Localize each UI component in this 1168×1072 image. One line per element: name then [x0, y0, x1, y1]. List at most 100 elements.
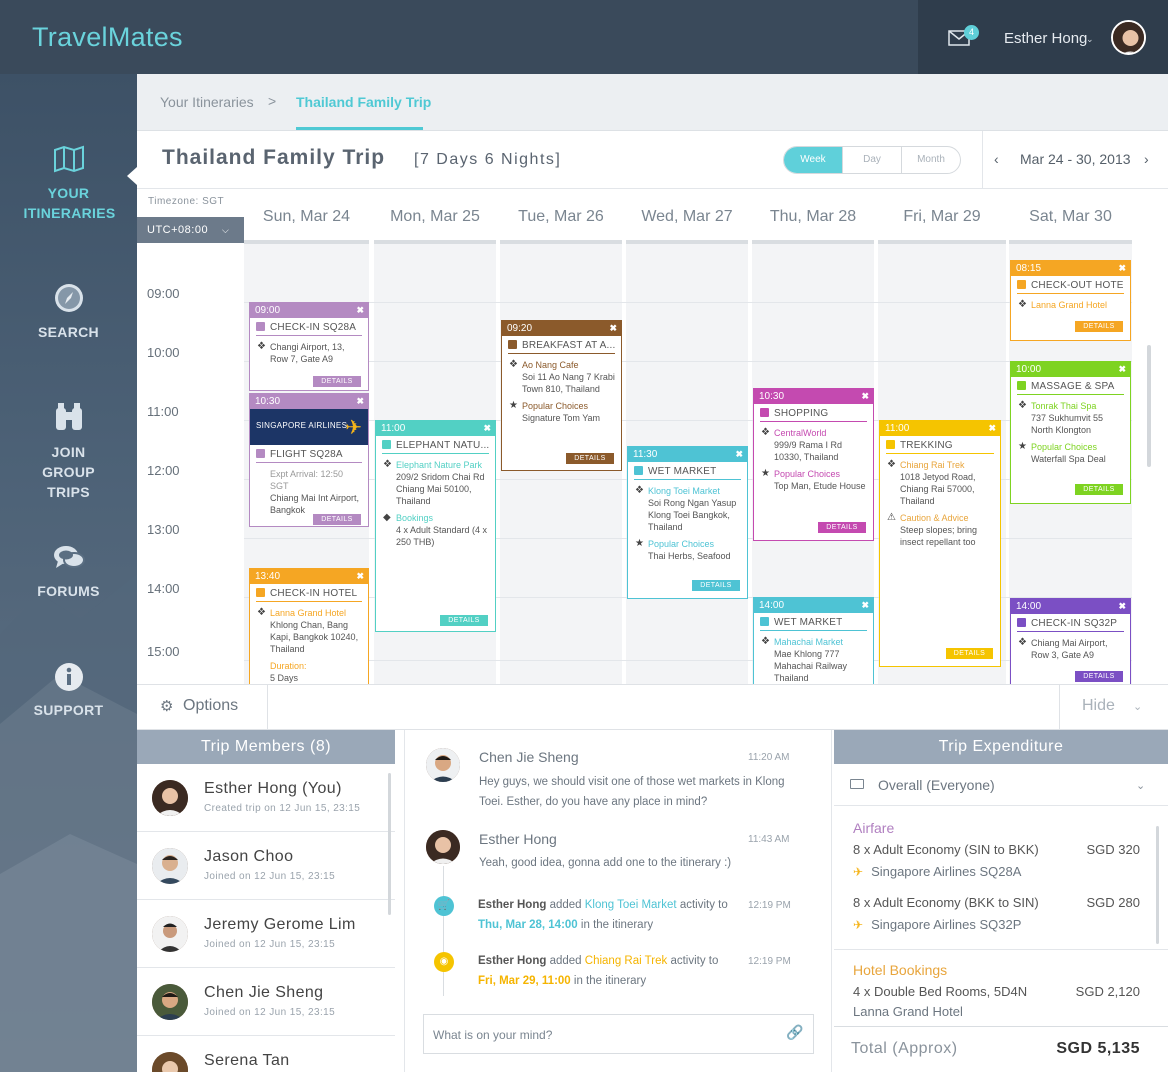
- chevron-down-icon[interactable]: ⌄: [1086, 34, 1094, 45]
- event-time: 10:30 ✖: [754, 389, 873, 404]
- details-button[interactable]: DETAILS: [1075, 321, 1123, 332]
- activity-link[interactable]: Klong Toei Market: [585, 899, 677, 911]
- airline-banner: SINGAPORE AIRLINES ✈: [250, 409, 368, 445]
- event-card[interactable]: 10:00 ✖ MASSAGE & SPA ❖ Tonrak Thai Spa 737 S…: [1010, 361, 1131, 504]
- hide-button[interactable]: Hide: [1082, 697, 1115, 715]
- expense-carrier: Singapore Airlines SQ32P: [871, 917, 1022, 932]
- event-detail: ◆ Bookings 4 x Adult Standard (4 x 250 THB…: [383, 512, 488, 547]
- event-card[interactable]: 11:00 ✖ ELEPHANT NATU... ❖ Elephant Nature P…: [375, 420, 496, 632]
- details-button[interactable]: DETAILS: [946, 648, 993, 659]
- details-button[interactable]: DETAILS: [566, 453, 614, 464]
- avatar[interactable]: [426, 748, 460, 782]
- message-text: Hey guys, we should visit one of those w…: [479, 776, 785, 808]
- event-card[interactable]: 13:40 ✖ CHECK-IN HOTEL ❖ Lanna Grand Hotel Kh…: [249, 568, 369, 686]
- event-card[interactable]: 14:00 ✖ WET MARKET ❖ Mahachai Market Mae Khlo…: [753, 597, 874, 687]
- pin-icon: ❖: [1018, 299, 1027, 310]
- star-icon: ★: [509, 400, 518, 411]
- brand-logo[interactable]: TravelMates: [32, 22, 183, 53]
- day-header[interactable]: Sat, Mar 30: [1009, 189, 1132, 244]
- list-item[interactable]: Chen Jie Sheng Joined on 12 Jun 15, 23:1…: [137, 968, 395, 1036]
- breadcrumb-parent[interactable]: Your Itineraries: [160, 94, 254, 110]
- event-card[interactable]: 09:00 ✖ CHECK-IN SQ28A ❖ Changi Airport, 13,…: [249, 302, 369, 391]
- gear-icon[interactable]: ⚙: [160, 697, 173, 715]
- chevron-down-icon[interactable]: ⌵: [222, 225, 229, 236]
- day-header[interactable]: Wed, Mar 27: [626, 189, 748, 244]
- activity-date-link[interactable]: Fri, Mar 29, 11:00: [478, 975, 571, 987]
- options-button[interactable]: Options: [183, 697, 238, 715]
- details-button[interactable]: DETAILS: [313, 376, 361, 387]
- member-joined: Joined on 12 Jun 15, 23:15: [204, 1007, 336, 1018]
- close-icon[interactable]: ✖: [1118, 261, 1126, 276]
- close-icon[interactable]: ✖: [861, 389, 869, 404]
- details-button[interactable]: DETAILS: [1075, 671, 1123, 682]
- view-month-button[interactable]: Month: [901, 147, 960, 173]
- details-button[interactable]: DETAILS: [818, 522, 866, 533]
- sidebar-item-search[interactable]: SEARCH: [0, 282, 137, 340]
- event-card[interactable]: 14:00 ✖ CHECK-IN SQ32P ❖ Chiang Mai Airport,…: [1010, 598, 1131, 686]
- close-icon[interactable]: ✖: [861, 598, 869, 613]
- event-card[interactable]: 10:30 ✖ SINGAPORE AIRLINES ✈ FLIGHT SQ28A Exp…: [249, 393, 369, 527]
- close-icon[interactable]: ✖: [609, 321, 617, 336]
- close-icon[interactable]: ✖: [1118, 599, 1126, 614]
- day-header[interactable]: Thu, Mar 28: [752, 189, 874, 244]
- close-icon[interactable]: ✖: [483, 421, 491, 436]
- event-card[interactable]: 11:00 ✖ TREKKING ❖ Chiang Rai Trek 1018 Jetyo…: [879, 420, 1001, 667]
- close-icon[interactable]: ✖: [735, 447, 743, 462]
- day-header[interactable]: Mon, Mar 25: [374, 189, 496, 244]
- chat-input[interactable]: What is on your mind?: [423, 1014, 814, 1054]
- attach-link-icon[interactable]: 🔗: [786, 1024, 803, 1041]
- sidebar-item-label: JOIN GROUP TRIPS: [42, 444, 95, 500]
- expenditure-filter-value[interactable]: Overall (Everyone): [878, 777, 995, 793]
- day-header[interactable]: Tue, Mar 26: [500, 189, 622, 244]
- chevron-right-icon[interactable]: ›: [1144, 151, 1149, 167]
- chevron-down-icon[interactable]: ⌄: [1133, 700, 1142, 713]
- close-icon[interactable]: ✖: [1118, 362, 1126, 377]
- sidebar-item-forums[interactable]: FORUMS: [0, 543, 137, 599]
- list-item[interactable]: Jason Choo Joined on 12 Jun 15, 23:15: [137, 832, 395, 900]
- expenditure-scrollbar[interactable]: [1156, 826, 1159, 944]
- calendar-scrollbar[interactable]: [1147, 345, 1151, 467]
- breadcrumb-underline: [296, 127, 423, 130]
- user-name[interactable]: Esther Hong: [1004, 30, 1087, 47]
- event-title: CHECK-IN SQ32P: [1017, 618, 1124, 632]
- event-title: CHECK-IN HOTEL: [256, 588, 362, 602]
- members-scrollbar[interactable]: [388, 773, 391, 915]
- event-card[interactable]: 10:30 ✖ SHOPPING ❖ CentralWorld 999/9 Rama I …: [753, 388, 874, 541]
- sidebar-item-itineraries[interactable]: YOUR ITINERARIES: [0, 145, 137, 223]
- sidebar-item-join-group-trips[interactable]: JOIN GROUP TRIPS: [0, 402, 137, 502]
- event-detail: ❖ Changi Airport, 13, Row 7, Gate A9: [257, 341, 345, 364]
- day-header[interactable]: Sun, Mar 24: [244, 189, 369, 244]
- view-day-button[interactable]: Day: [842, 147, 901, 173]
- sidebar-item-label: YOUR ITINERARIES: [23, 185, 116, 221]
- event-detail: ❖ Chiang Rai Trek 1018 Jetyod Road, Chiang…: [887, 459, 976, 506]
- divider: [267, 685, 268, 729]
- activity-date-link[interactable]: Thu, Mar 28, 14:00: [478, 919, 578, 931]
- view-week-button[interactable]: Week: [784, 147, 842, 173]
- list-item[interactable]: Serena Tan: [137, 1036, 395, 1072]
- details-button[interactable]: DETAILS: [1075, 484, 1123, 495]
- close-icon[interactable]: ✖: [988, 421, 996, 436]
- sidebar-item-support[interactable]: SUPPORT: [0, 662, 137, 718]
- details-button[interactable]: DETAILS: [440, 615, 488, 626]
- breadcrumb-current[interactable]: Thailand Family Trip: [296, 94, 431, 110]
- avatar: [152, 1052, 188, 1072]
- sidebar-item-label: FORUMS: [37, 583, 100, 599]
- chat-bubbles-icon: [53, 546, 85, 568]
- chevron-down-icon[interactable]: ⌄: [1136, 779, 1145, 792]
- day-header[interactable]: Fri, Mar 29: [878, 189, 1006, 244]
- details-button[interactable]: DETAILS: [313, 514, 361, 525]
- close-icon[interactable]: ✖: [356, 569, 364, 584]
- event-card[interactable]: 08:15 ✖ CHECK-OUT HOTEL ❖ Lanna Grand Hotel D…: [1010, 260, 1131, 341]
- hour-label: 09:00: [147, 286, 180, 301]
- event-card[interactable]: 09:20 ✖ BREAKFAST AT A... ❖ Ao Nang Cafe Soi …: [501, 320, 622, 471]
- details-button[interactable]: DETAILS: [692, 580, 740, 591]
- list-item[interactable]: Jeremy Gerome Lim Joined on 12 Jun 15, 2…: [137, 900, 395, 968]
- chevron-left-icon[interactable]: ‹: [994, 151, 999, 167]
- close-icon[interactable]: ✖: [356, 303, 364, 318]
- activity-link[interactable]: Chiang Rai Trek: [585, 955, 667, 967]
- close-icon[interactable]: ✖: [356, 394, 364, 409]
- event-card[interactable]: 11:30 ✖ WET MARKET ❖ Klong Toei Market Soi Ro…: [627, 446, 748, 599]
- avatar[interactable]: [426, 830, 460, 864]
- user-avatar[interactable]: [1111, 20, 1146, 55]
- list-item[interactable]: Esther Hong (You) Created trip on 12 Jun…: [137, 764, 395, 832]
